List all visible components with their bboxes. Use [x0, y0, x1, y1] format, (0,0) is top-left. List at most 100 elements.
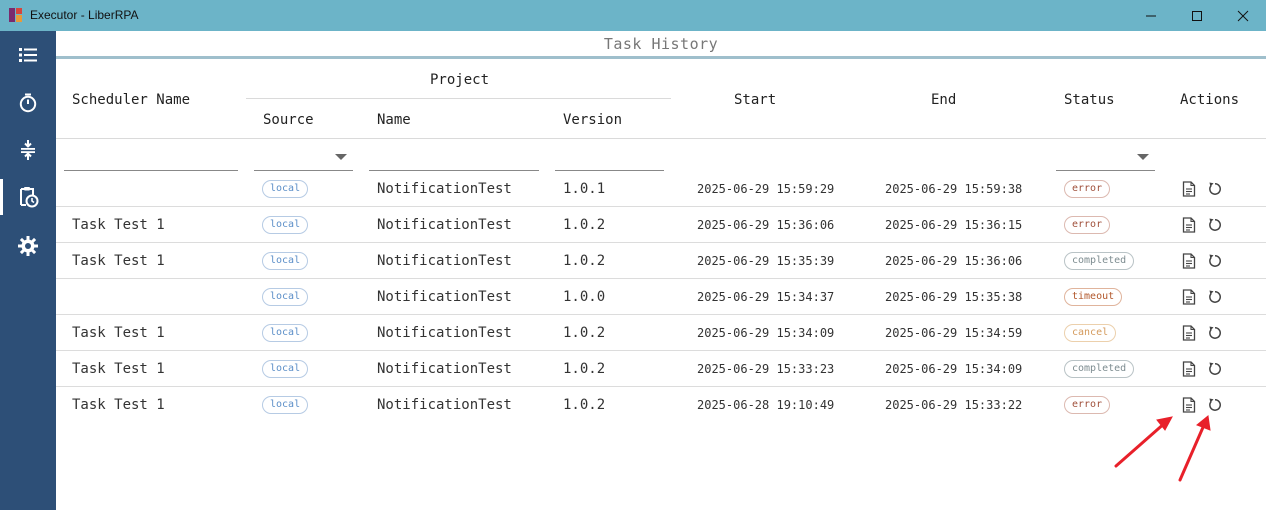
arrow-to-document-icon	[1114, 420, 1168, 468]
cell-actions	[1180, 207, 1232, 243]
cell-start: 2025-06-29 15:35:39	[697, 254, 835, 268]
view-log-button[interactable]	[1180, 180, 1198, 198]
cell-actions	[1180, 243, 1232, 279]
gear-icon	[18, 236, 38, 256]
source-chip: local	[262, 288, 309, 306]
cell-end: 2025-06-29 15:36:15	[885, 218, 1023, 232]
window-title: Executor - LiberRPA	[30, 8, 139, 22]
table-row: local NotificationTest 1.0.1 2025-06-29 …	[56, 171, 1266, 207]
sidebar-item-task-history[interactable]	[0, 179, 56, 215]
table-row: Task Test 1 local NotificationTest 1.0.2…	[56, 351, 1266, 387]
cell-source: local	[262, 171, 309, 207]
cell-scheduler-name: Task Test 1	[72, 253, 165, 269]
cell-status: completed	[1064, 351, 1135, 387]
cell-end: 2025-06-29 15:59:38	[885, 182, 1023, 196]
document-icon	[1182, 253, 1196, 269]
table-row: Task Test 1 local NotificationTest 1.0.2…	[56, 243, 1266, 279]
minimize-button[interactable]	[1128, 0, 1174, 31]
close-button[interactable]	[1220, 0, 1266, 31]
maximize-icon	[1192, 10, 1202, 21]
col-header-source: Source	[263, 112, 314, 128]
cell-scheduler-name: Task Test 1	[72, 361, 165, 377]
cell-project-name: NotificationTest	[377, 325, 512, 341]
rerun-button[interactable]	[1206, 324, 1224, 342]
rerun-button[interactable]	[1206, 360, 1224, 378]
cell-version: 1.0.2	[563, 217, 606, 233]
rerun-button[interactable]	[1206, 288, 1224, 306]
cell-version: 1.0.2	[563, 397, 606, 413]
timer-icon	[19, 93, 37, 113]
view-log-button[interactable]	[1180, 360, 1198, 378]
cell-version: 1.0.2	[563, 361, 606, 377]
cell-scheduler-name: Task Test 1	[72, 217, 165, 233]
cell-status: cancel	[1064, 315, 1117, 351]
cell-source: local	[262, 351, 309, 387]
cell-end: 2025-06-29 15:34:59	[885, 326, 1023, 340]
sidebar-item-timer[interactable]	[0, 85, 56, 121]
cell-project-name: NotificationTest	[377, 289, 512, 305]
rerun-icon	[1209, 182, 1221, 195]
cell-start: 2025-06-29 15:34:09	[697, 326, 835, 340]
sidebar-item-settings[interactable]	[0, 228, 56, 264]
cell-source: local	[262, 207, 309, 243]
cell-start: 2025-06-29 15:36:06	[697, 218, 835, 232]
rerun-button[interactable]	[1206, 216, 1224, 234]
cell-version: 1.0.2	[563, 325, 606, 341]
page-title: Task History	[603, 35, 719, 53]
status-filter-chevron-down-icon[interactable]	[1137, 154, 1149, 160]
close-icon	[1237, 10, 1249, 21]
rerun-button[interactable]	[1206, 180, 1224, 198]
cell-project-name: NotificationTest	[377, 217, 512, 233]
cell-source: local	[262, 387, 309, 423]
table-row: local NotificationTest 1.0.0 2025-06-29 …	[56, 279, 1266, 315]
window-titlebar: Executor - LiberRPA	[0, 0, 1266, 31]
table-row: Task Test 1 local NotificationTest 1.0.2…	[56, 315, 1266, 351]
maximize-button[interactable]	[1174, 0, 1220, 31]
cell-project-name: NotificationTest	[377, 181, 512, 197]
status-badge: error	[1064, 216, 1111, 234]
sidebar-item-compress[interactable]	[0, 132, 56, 168]
status-badge: completed	[1064, 252, 1135, 270]
cell-source: local	[262, 243, 309, 279]
cell-actions	[1180, 279, 1232, 315]
cell-start: 2025-06-28 19:10:49	[697, 398, 835, 412]
annotation-arrows	[1114, 415, 1211, 482]
document-icon	[1182, 181, 1196, 197]
cell-project-name: NotificationTest	[377, 397, 512, 413]
source-filter-chevron-down-icon[interactable]	[335, 154, 347, 160]
page-header: Task History	[56, 31, 1266, 59]
cell-source: local	[262, 315, 309, 351]
rerun-icon	[1209, 290, 1221, 303]
cell-status: completed	[1064, 243, 1135, 279]
view-log-button[interactable]	[1180, 288, 1198, 306]
cell-end: 2025-06-29 15:35:38	[885, 290, 1023, 304]
source-chip: local	[262, 216, 309, 234]
col-header-actions: Actions	[1180, 92, 1240, 108]
view-log-button[interactable]	[1180, 216, 1198, 234]
source-chip: local	[262, 252, 309, 270]
list-icon	[19, 48, 37, 62]
cell-status: error	[1064, 207, 1111, 243]
status-badge: timeout	[1064, 288, 1123, 306]
cell-start: 2025-06-29 15:34:37	[697, 290, 835, 304]
minimize-icon	[1146, 15, 1156, 16]
cell-actions	[1180, 351, 1232, 387]
col-header-version: Version	[563, 112, 623, 128]
view-log-button[interactable]	[1180, 252, 1198, 270]
document-icon	[1182, 361, 1196, 377]
col-header-status: Status	[1064, 92, 1115, 108]
document-icon	[1182, 325, 1196, 341]
source-chip: local	[262, 396, 309, 414]
source-chip: local	[262, 324, 309, 342]
rerun-button[interactable]	[1206, 252, 1224, 270]
col-header-end: End	[931, 92, 957, 108]
sidebar-item-list[interactable]	[0, 37, 56, 73]
cell-start: 2025-06-29 15:59:29	[697, 182, 835, 196]
sidebar	[0, 31, 56, 510]
clipboard-clock-icon	[20, 187, 39, 208]
table-row: Task Test 1 local NotificationTest 1.0.2…	[56, 207, 1266, 243]
cell-project-name: NotificationTest	[377, 361, 512, 377]
source-chip: local	[262, 180, 309, 198]
view-log-button[interactable]	[1180, 324, 1198, 342]
col-header-name: Name	[377, 112, 411, 128]
